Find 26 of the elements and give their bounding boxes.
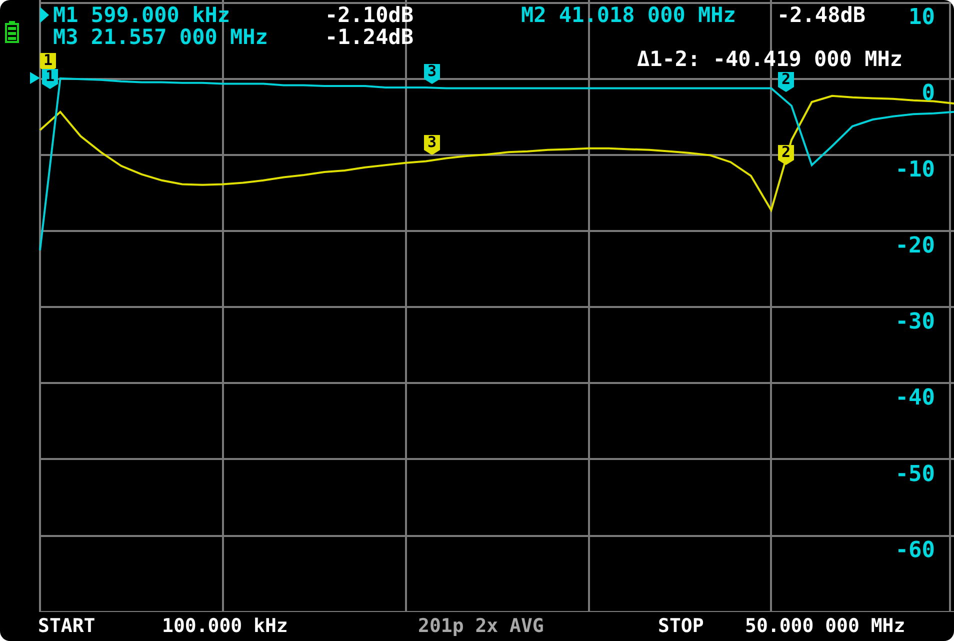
marker-delta: Δ1-2: -40.419 000 MHz <box>636 48 903 70</box>
scale-label: -10 <box>895 157 935 182</box>
start-label: START <box>38 614 96 639</box>
start-frequency: 100.000 kHz <box>162 614 289 639</box>
stop-frequency: 50.000 000 MHz <box>745 614 906 639</box>
stop-label: STOP <box>658 614 705 639</box>
marker-level: -1.24dB <box>325 26 415 48</box>
marker-frequency: M1 599.000 kHz <box>53 4 230 26</box>
scale-label: -40 <box>895 386 935 411</box>
scale-label: 10 <box>908 5 935 30</box>
marker-frequency: M3 21.557 000 MHz <box>53 26 268 48</box>
scale-label: -60 <box>895 538 935 563</box>
battery-icon <box>5 21 19 43</box>
marker-level: -2.48dB <box>777 4 867 26</box>
scale-label: -30 <box>895 310 935 334</box>
marker-badge: 2 <box>778 145 794 165</box>
marker-frequency: M2 41.018 000 MHz <box>521 4 736 26</box>
scale-label: -20 <box>895 233 935 258</box>
reference-pointer-icon <box>30 72 40 84</box>
marker-badge: 3 <box>424 135 440 155</box>
sweep-info: 201p 2x AVG <box>418 614 545 639</box>
scale-label: -50 <box>895 462 935 487</box>
scale-label: 0 <box>922 81 935 106</box>
marker-badge: 3 <box>424 64 440 84</box>
marker-badge: 2 <box>778 72 794 92</box>
marker-level: -2.10dB <box>325 4 415 26</box>
